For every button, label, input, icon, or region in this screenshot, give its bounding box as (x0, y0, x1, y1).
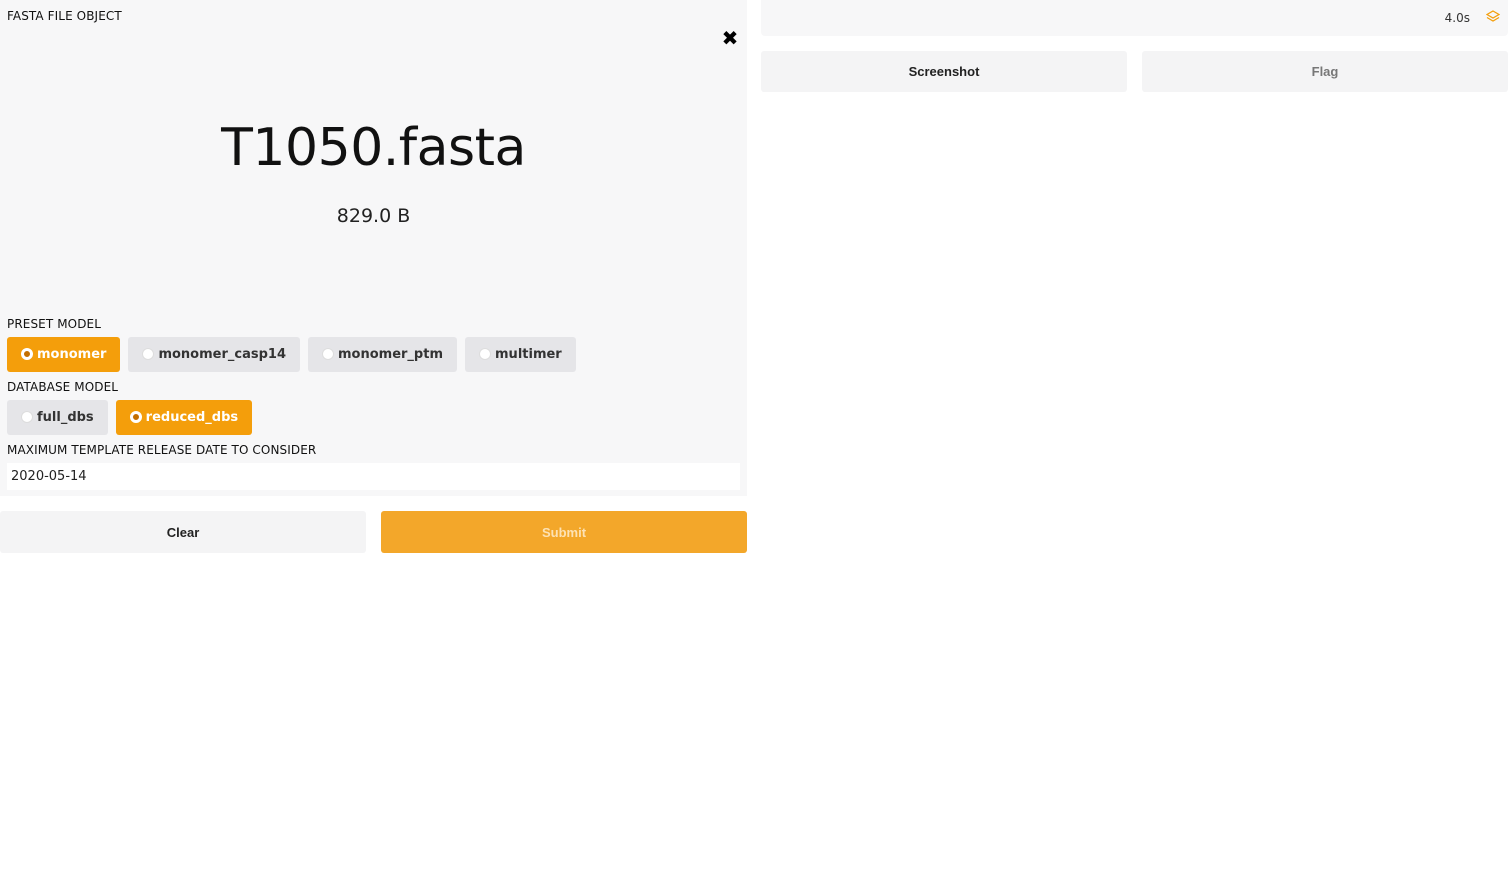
output-status-bar: 4.0s (761, 0, 1508, 36)
clear-button[interactable]: Clear (0, 511, 366, 553)
input-panel: FASTA FILE OBJECT ✖ T1050.fasta 829.0 B … (0, 0, 747, 496)
database-option-full-dbs[interactable]: full_dbs (7, 400, 108, 435)
radio-selected-icon (129, 410, 142, 423)
database-option-label: reduced_dbs (145, 410, 239, 425)
screenshot-button[interactable]: Screenshot (761, 51, 1127, 92)
elapsed-time: 4.0s (1444, 11, 1470, 25)
preset-option-monomer-casp14[interactable]: monomer_casp14 (128, 337, 300, 372)
flag-button[interactable]: Flag (1142, 51, 1508, 92)
close-icon[interactable]: ✖ (720, 28, 740, 48)
preset-option-label: monomer_ptm (338, 347, 444, 362)
preset-model-radio-group: monomer monomer_casp14 monomer_ptm multi… (7, 337, 576, 372)
database-model-label: DATABASE MODEL (7, 380, 119, 394)
submit-button[interactable]: Submit (381, 511, 747, 553)
radio-unselected-icon (479, 347, 492, 360)
template-date-label: MAXIMUM TEMPLATE RELEASE DATE TO CONSIDE… (7, 443, 317, 457)
template-date-input[interactable] (7, 463, 740, 490)
database-option-reduced-dbs[interactable]: reduced_dbs (115, 400, 253, 435)
preset-option-monomer-ptm[interactable]: monomer_ptm (308, 337, 458, 372)
database-option-label: full_dbs (37, 410, 94, 425)
preset-option-label: monomer (37, 347, 107, 362)
preset-option-label: monomer_casp14 (158, 347, 286, 362)
file-name: T1050.fasta (221, 118, 526, 178)
preset-option-multimer[interactable]: multimer (465, 337, 576, 372)
radio-unselected-icon (21, 410, 33, 423)
radio-selected-icon (21, 347, 33, 360)
radio-unselected-icon (322, 347, 334, 360)
gradio-logo-icon (1486, 10, 1500, 22)
preset-option-label: multimer (495, 347, 562, 362)
preset-option-monomer[interactable]: monomer (7, 337, 121, 372)
radio-unselected-icon (142, 347, 155, 360)
database-model-radio-group: full_dbs reduced_dbs (7, 400, 253, 435)
file-panel-title: FASTA FILE OBJECT (7, 9, 122, 23)
preset-model-label: PRESET MODEL (7, 317, 102, 331)
file-size: 829.0 B (336, 205, 411, 227)
